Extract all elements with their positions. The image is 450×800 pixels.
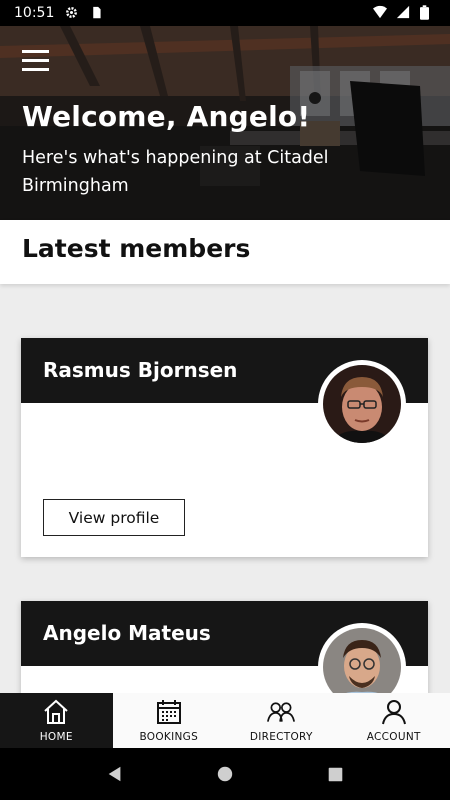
nav-home[interactable]: HOME [0,693,113,748]
signal-icon [396,5,412,21]
wifi-icon [372,5,388,21]
gear-icon [64,5,80,21]
home-button[interactable] [213,762,237,786]
nav-directory[interactable]: DIRECTORY [225,693,338,748]
member-name: Rasmus Bjornsen [43,358,238,382]
nav-home-label: HOME [39,730,73,743]
hamburger-icon [22,50,49,71]
section-title: Latest members [22,234,251,263]
person-icon [381,699,406,724]
avatar[interactable] [318,360,406,448]
hero-banner: Welcome, Angelo! Here's what's happening… [0,26,450,220]
nav-bookings[interactable]: BOOKINGS [113,693,226,748]
bottom-navigation: HOME BOOKINGS DIRECTORY ACCOUNT [0,693,450,748]
member-card: Rasmus Bjornsen View profile [21,338,428,557]
member-photo [323,365,401,443]
view-profile-button[interactable]: View profile [43,499,185,536]
member-name: Angelo Mateus [43,621,211,645]
recents-square-icon [328,767,342,781]
sd-card-icon [90,5,106,21]
nav-bookings-label: BOOKINGS [139,730,199,743]
welcome-title: Welcome, Angelo! [22,100,311,133]
nav-account[interactable]: ACCOUNT [338,693,450,748]
hamburger-menu-button[interactable] [22,48,50,72]
member-card-header: Rasmus Bjornsen [21,338,428,448]
status-time: 10:51 [14,5,55,21]
calendar-icon [156,699,181,724]
back-button[interactable] [103,762,127,786]
member-card-header: Angelo Mateus [21,601,428,711]
battery-icon [420,5,436,21]
nav-account-label: ACCOUNT [366,730,421,743]
back-triangle-icon [108,766,121,782]
nav-directory-label: DIRECTORY [249,730,313,743]
home-icon [44,699,68,724]
welcome-subtitle: Here's what's happening at Citadel Birmi… [22,148,329,196]
system-navigation-bar [0,748,450,800]
people-icon [267,701,296,722]
home-circle-icon [217,766,233,782]
recents-button[interactable] [323,762,347,786]
section-header: Latest members [0,220,450,284]
status-bar: 10:51 [0,0,450,26]
